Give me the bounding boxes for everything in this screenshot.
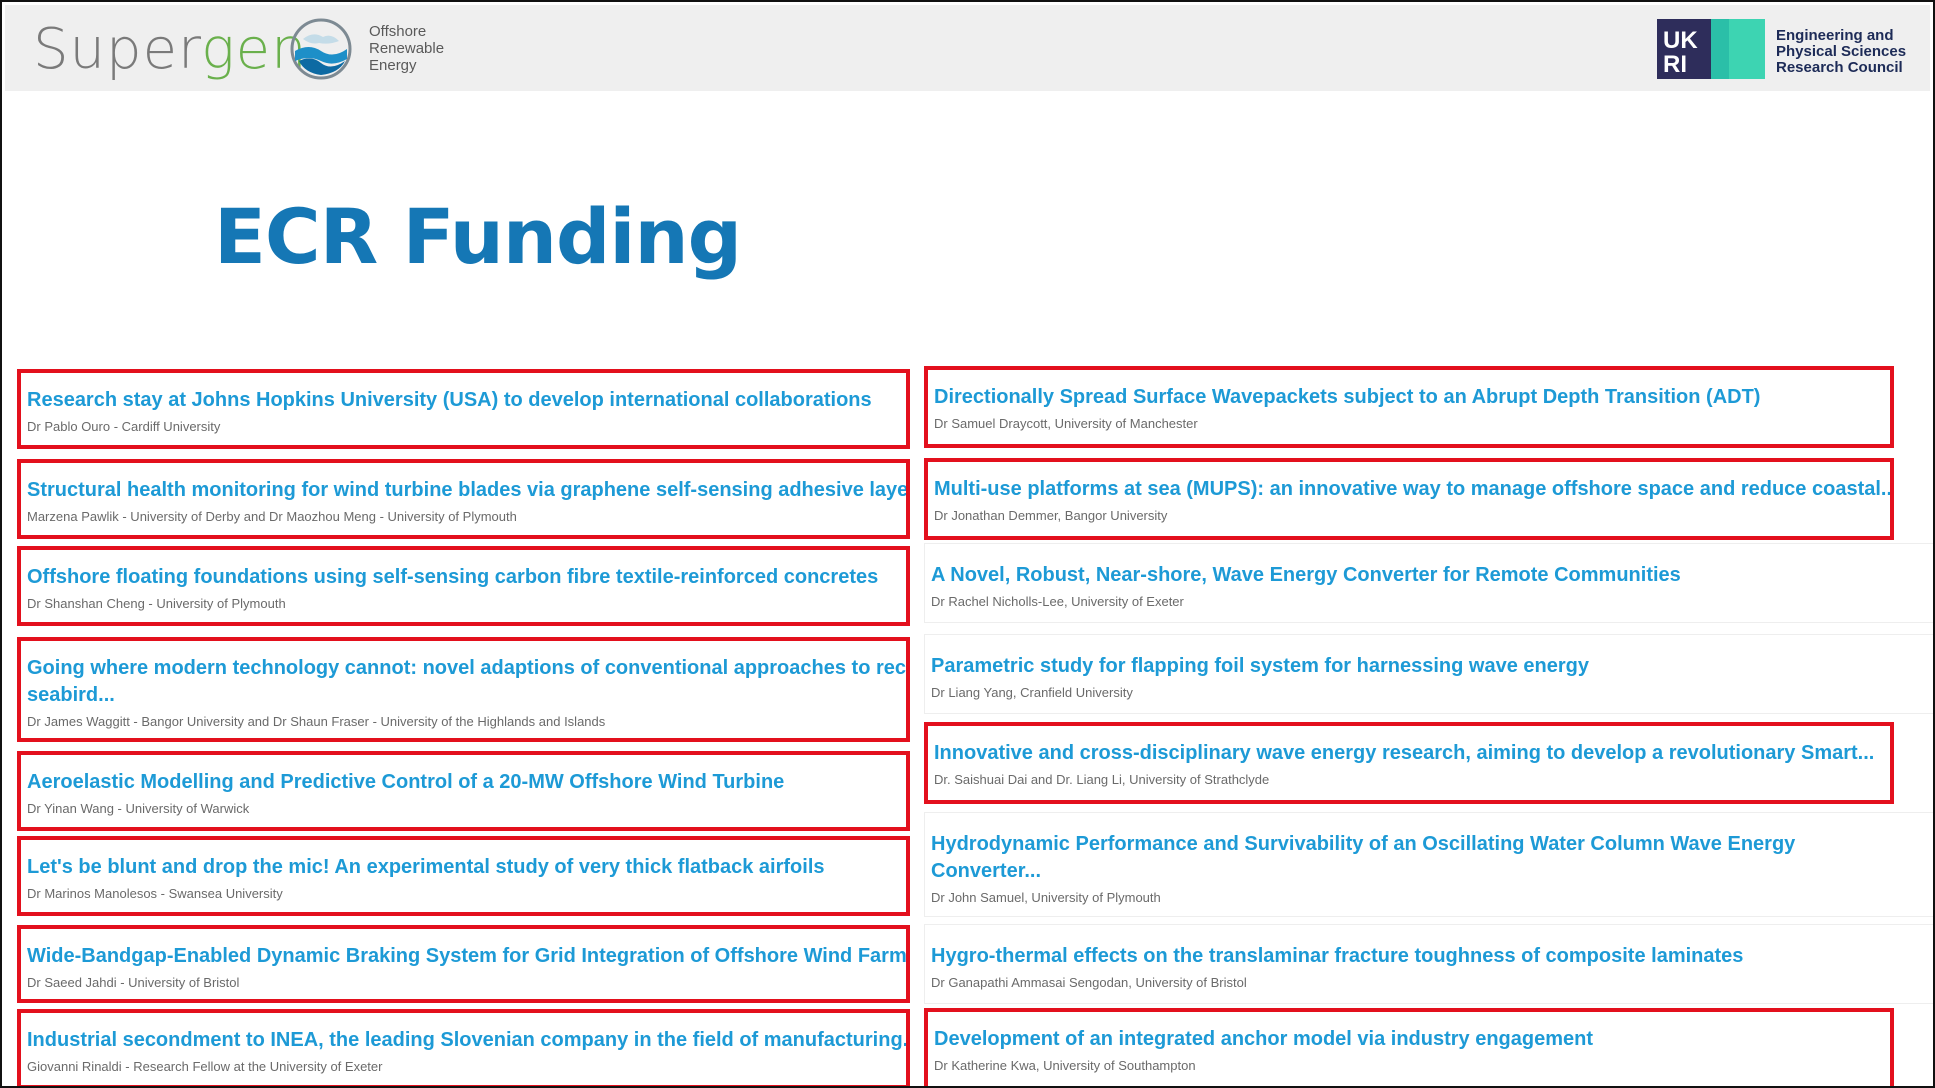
right-project-card[interactable]: Hydrodynamic Performance and Survivabili…: [924, 812, 1933, 917]
project-title-link[interactable]: Structural health monitoring for wind tu…: [27, 477, 906, 503]
project-title-link[interactable]: Research stay at Johns Hopkins Universit…: [27, 387, 872, 413]
project-title-link[interactable]: Industrial secondment to INEA, the leadi…: [27, 1027, 906, 1053]
project-title-link[interactable]: Innovative and cross-disciplinary wave e…: [934, 740, 1874, 766]
project-authors: Dr Shanshan Cheng - University of Plymou…: [27, 596, 286, 611]
project-title-link[interactable]: Development of an integrated anchor mode…: [934, 1026, 1593, 1052]
right-project-card[interactable]: Hygro-thermal effects on the translamina…: [924, 924, 1933, 1004]
project-authors: Dr Jonathan Demmer, Bangor University: [934, 508, 1168, 523]
project-title-link[interactable]: seabird...: [27, 682, 115, 708]
project-title-link[interactable]: Converter...: [931, 858, 1041, 884]
project-title-link[interactable]: Parametric study for flapping foil syste…: [931, 653, 1589, 679]
left-project-card[interactable]: Wide-Bandgap-Enabled Dynamic Braking Sys…: [17, 925, 910, 1003]
left-project-card[interactable]: Research stay at Johns Hopkins Universit…: [17, 369, 910, 449]
project-authors: Dr Yinan Wang - University of Warwick: [27, 801, 250, 816]
logo-subtitle: Offshore Renewable Energy: [369, 23, 444, 74]
project-authors: Marzena Pawlik - University of Derby and…: [27, 509, 517, 524]
left-project-card[interactable]: Industrial secondment to INEA, the leadi…: [17, 1009, 910, 1086]
project-authors: Dr Marinos Manolesos - Swansea Universit…: [27, 886, 283, 901]
logo-text-part: Super: [33, 17, 202, 82]
supergen-logo[interactable]: Supergen: [33, 17, 308, 82]
project-authors: Dr John Samuel, University of Plymouth: [931, 890, 1161, 905]
project-title-link[interactable]: Hydrodynamic Performance and Survivabili…: [931, 831, 1795, 857]
epsrc-line: Research Council: [1776, 59, 1903, 76]
project-authors: Dr. Saishuai Dai and Dr. Liang Li, Unive…: [934, 772, 1270, 787]
project-title-link[interactable]: Going where modern technology cannot: no…: [27, 655, 906, 681]
left-project-card[interactable]: Going where modern technology cannot: no…: [17, 637, 910, 742]
right-project-card[interactable]: Development of an integrated anchor mode…: [924, 1008, 1894, 1086]
project-title-link[interactable]: A Novel, Robust, Near-shore, Wave Energy…: [931, 562, 1681, 588]
project-title-link[interactable]: Directionally Spread Surface Wavepackets…: [934, 384, 1760, 410]
left-project-card[interactable]: Offshore floating foundations using self…: [17, 546, 910, 626]
logo-text: Supergen: [33, 17, 308, 82]
project-title-link[interactable]: Hygro-thermal effects on the translamina…: [931, 943, 1743, 969]
right-project-card[interactable]: A Novel, Robust, Near-shore, Wave Energy…: [924, 543, 1933, 623]
right-project-card[interactable]: Directionally Spread Surface Wavepackets…: [924, 366, 1894, 448]
project-title-link[interactable]: Let's be blunt and drop the mic! An expe…: [27, 854, 825, 880]
page-title: ECR Funding: [214, 192, 742, 281]
right-project-card[interactable]: Multi-use platforms at sea (MUPS): an in…: [924, 458, 1894, 540]
globe-wave-icon: [290, 18, 352, 80]
project-title-link[interactable]: Aeroelastic Modelling and Predictive Con…: [27, 769, 784, 795]
project-title-link[interactable]: Wide-Bandgap-Enabled Dynamic Braking Sys…: [27, 943, 906, 969]
epsrc-line: Physical Sciences: [1776, 43, 1907, 60]
project-title-link[interactable]: Offshore floating foundations using self…: [27, 564, 878, 590]
left-project-card[interactable]: Structural health monitoring for wind tu…: [17, 459, 910, 539]
project-authors: Dr Saeed Jahdi - University of Bristol: [27, 975, 240, 990]
left-project-card[interactable]: Let's be blunt and drop the mic! An expe…: [17, 836, 910, 916]
project-authors: Dr Samuel Draycott, University of Manche…: [934, 416, 1198, 431]
project-title-link[interactable]: Multi-use platforms at sea (MUPS): an in…: [934, 476, 1890, 502]
project-authors: Dr Pablo Ouro - Cardiff University: [27, 419, 221, 434]
project-authors: Dr Liang Yang, Cranfield University: [931, 685, 1133, 700]
right-project-card[interactable]: Innovative and cross-disciplinary wave e…: [924, 722, 1894, 804]
left-project-card[interactable]: Aeroelastic Modelling and Predictive Con…: [17, 751, 910, 831]
logo-sub-line: Renewable: [369, 40, 445, 57]
project-authors: Dr James Waggitt - Bangor University and…: [27, 714, 606, 729]
svg-text:RI: RI: [1663, 51, 1687, 78]
epsrc-logo-text: Engineering and Physical Sciences Resear…: [1776, 28, 1906, 76]
project-authors: Dr Rachel Nicholls-Lee, University of Ex…: [931, 594, 1184, 609]
ukri-logo-icon: UK RI: [1657, 19, 1765, 79]
svg-text:UK: UK: [1663, 27, 1698, 54]
header-bar: Supergen Offshore Renewable Energy UK RI…: [5, 5, 1930, 91]
logo-sub-line: Energy: [369, 57, 417, 74]
right-project-card[interactable]: Parametric study for flapping foil syste…: [924, 634, 1933, 714]
slide: Supergen Offshore Renewable Energy UK RI…: [0, 0, 1935, 1088]
project-authors: Dr Ganapathi Ammasai Sengodan, Universit…: [931, 975, 1247, 990]
epsrc-line: Engineering and: [1776, 27, 1894, 44]
project-authors: Dr Katherine Kwa, University of Southamp…: [934, 1058, 1196, 1073]
logo-sub-line: Offshore: [369, 23, 427, 40]
project-authors: Giovanni Rinaldi - Research Fellow at th…: [27, 1059, 383, 1074]
